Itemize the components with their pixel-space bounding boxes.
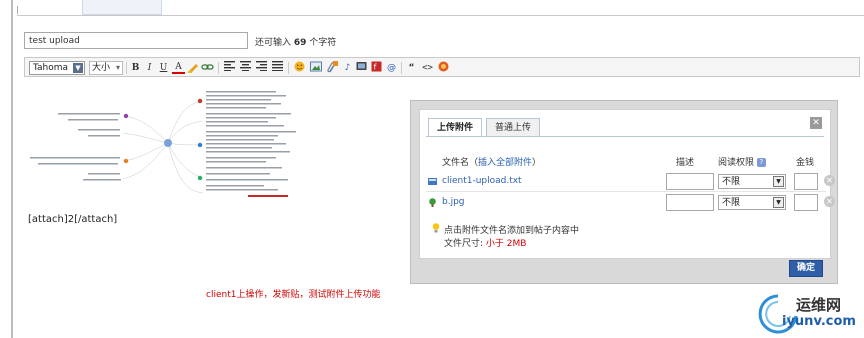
chevron-down-icon: ▼	[773, 197, 784, 208]
post-editor-page: 还可输入 69 个字符 Tahoma ▼ 大小 ▾ B I U A	[0, 0, 864, 338]
music-icon[interactable]: ♪	[341, 61, 354, 75]
insert-all-link[interactable]: 插入全部附件	[478, 158, 532, 168]
file-row: b.jpg 不限 ▼ ✕	[426, 193, 835, 213]
chevron-down-icon: ▼	[73, 63, 83, 73]
watermark-url: iyunv.com	[782, 314, 856, 329]
file-size-label: 文件尺寸:	[444, 239, 484, 249]
image-file-icon	[429, 198, 436, 207]
char-count-hint: 还可输入 69 个字符	[255, 35, 336, 48]
align-right-icon[interactable]	[255, 61, 268, 75]
help-icon[interactable]: ?	[756, 158, 766, 167]
toolbar-separator	[218, 62, 219, 74]
description-input[interactable]	[666, 194, 714, 211]
attachment-icon[interactable]	[325, 61, 338, 75]
align-justify-icon[interactable]	[271, 61, 284, 75]
confirm-button[interactable]: 确定	[789, 260, 823, 277]
char-hint-prefix: 还可输入	[255, 38, 292, 48]
insert-tip: 点击附件文件名添加到帖子内容中	[444, 226, 580, 236]
lightbulb-icon	[432, 223, 440, 233]
mention-icon[interactable]: @	[385, 61, 398, 75]
underline-icon[interactable]: U	[157, 61, 170, 75]
toolbar-separator	[126, 62, 127, 74]
mindmap-image	[28, 83, 318, 203]
svg-text:f: f	[374, 63, 377, 72]
chevron-down-icon: ▾	[115, 63, 120, 72]
font-size-select[interactable]: 大小 ▾	[89, 61, 123, 75]
link-icon[interactable]	[201, 61, 214, 75]
top-tab[interactable]	[82, 0, 162, 15]
column-filename: 文件名（插入全部附件）	[442, 158, 542, 168]
column-description: 描述	[676, 158, 695, 168]
attach-bbcode: [attach]2[/attach]	[28, 214, 118, 225]
font-size-value: 大小	[92, 63, 111, 73]
top-divider-mark	[17, 6, 18, 14]
top-separator	[17, 15, 864, 16]
subject-input[interactable]	[24, 32, 248, 49]
font-family-select[interactable]: Tahoma ▼	[29, 61, 85, 75]
site-watermark: 运维网 iyunv.com	[756, 292, 864, 336]
bold-icon[interactable]: B	[129, 61, 142, 75]
char-hint-count: 69	[293, 38, 307, 48]
price-input[interactable]	[794, 194, 818, 211]
smiley-icon[interactable]	[293, 61, 306, 75]
description-input[interactable]	[666, 173, 714, 190]
row-divider	[426, 191, 826, 192]
tab-normal-upload[interactable]: 普通上传	[486, 118, 541, 137]
column-price: 金钱	[796, 158, 815, 168]
watermark-name: 运维网	[796, 296, 842, 314]
money-icon[interactable]	[437, 61, 450, 75]
delete-file-icon[interactable]: ✕	[824, 196, 835, 207]
editor-toolbar: Tahoma ▼ 大小 ▾ B I U A ♪ f @ “ <>	[24, 57, 860, 77]
char-hint-suffix: 个字符	[309, 38, 337, 48]
close-icon[interactable]: ✕	[810, 117, 822, 129]
image-icon[interactable]	[309, 61, 322, 75]
file-name-link[interactable]: b.jpg	[442, 197, 465, 207]
column-permission: 阅读权限 ?	[718, 155, 766, 168]
left-border	[11, 0, 13, 338]
flash-icon[interactable]: f	[370, 61, 383, 75]
column-permission-label: 阅读权限	[718, 158, 755, 168]
tabs-underline	[426, 136, 824, 137]
toolbar-separator	[401, 62, 402, 74]
permission-select[interactable]: 不限 ▼	[718, 195, 786, 210]
text-file-icon	[428, 178, 437, 185]
toolbar-separator	[288, 62, 289, 74]
annotation-note: client1上操作，发新贴，测试附件上传功能	[206, 290, 381, 300]
file-name-link[interactable]: client1-upload.txt	[442, 176, 522, 186]
permission-value: 不限	[722, 198, 741, 208]
price-input[interactable]	[794, 173, 818, 190]
file-size-value: 小于 2MB	[485, 239, 527, 249]
video-icon[interactable]	[355, 61, 368, 75]
align-left-icon[interactable]	[223, 61, 236, 75]
permission-select[interactable]: 不限 ▼	[718, 174, 786, 189]
delete-file-icon[interactable]: ✕	[824, 175, 835, 186]
align-center-icon[interactable]	[239, 61, 252, 75]
code-icon[interactable]: <>	[420, 61, 435, 75]
font-family-value: Tahoma	[33, 63, 69, 73]
italic-icon[interactable]: I	[143, 61, 156, 75]
quote-icon[interactable]: “	[405, 61, 418, 75]
permission-value: 不限	[722, 177, 741, 187]
font-color-icon[interactable]: A	[172, 61, 185, 74]
column-filename-label: 文件名	[442, 158, 470, 168]
upload-dialog: 上传附件 普通上传 ✕ 文件名（插入全部附件） 描述 阅读权限 ? 金钱 cli…	[410, 100, 838, 284]
highlight-icon[interactable]	[186, 61, 199, 75]
chevron-down-icon: ▼	[773, 176, 784, 187]
upload-dialog-body: 上传附件 普通上传 ✕ 文件名（插入全部附件） 描述 阅读权限 ? 金钱 cli…	[419, 109, 835, 259]
file-row: client1-upload.txt 不限 ▼ ✕	[426, 172, 835, 192]
file-size-limit: 文件尺寸: 小于 2MB	[444, 236, 526, 249]
tab-upload-attachment[interactable]: 上传附件	[428, 118, 483, 137]
